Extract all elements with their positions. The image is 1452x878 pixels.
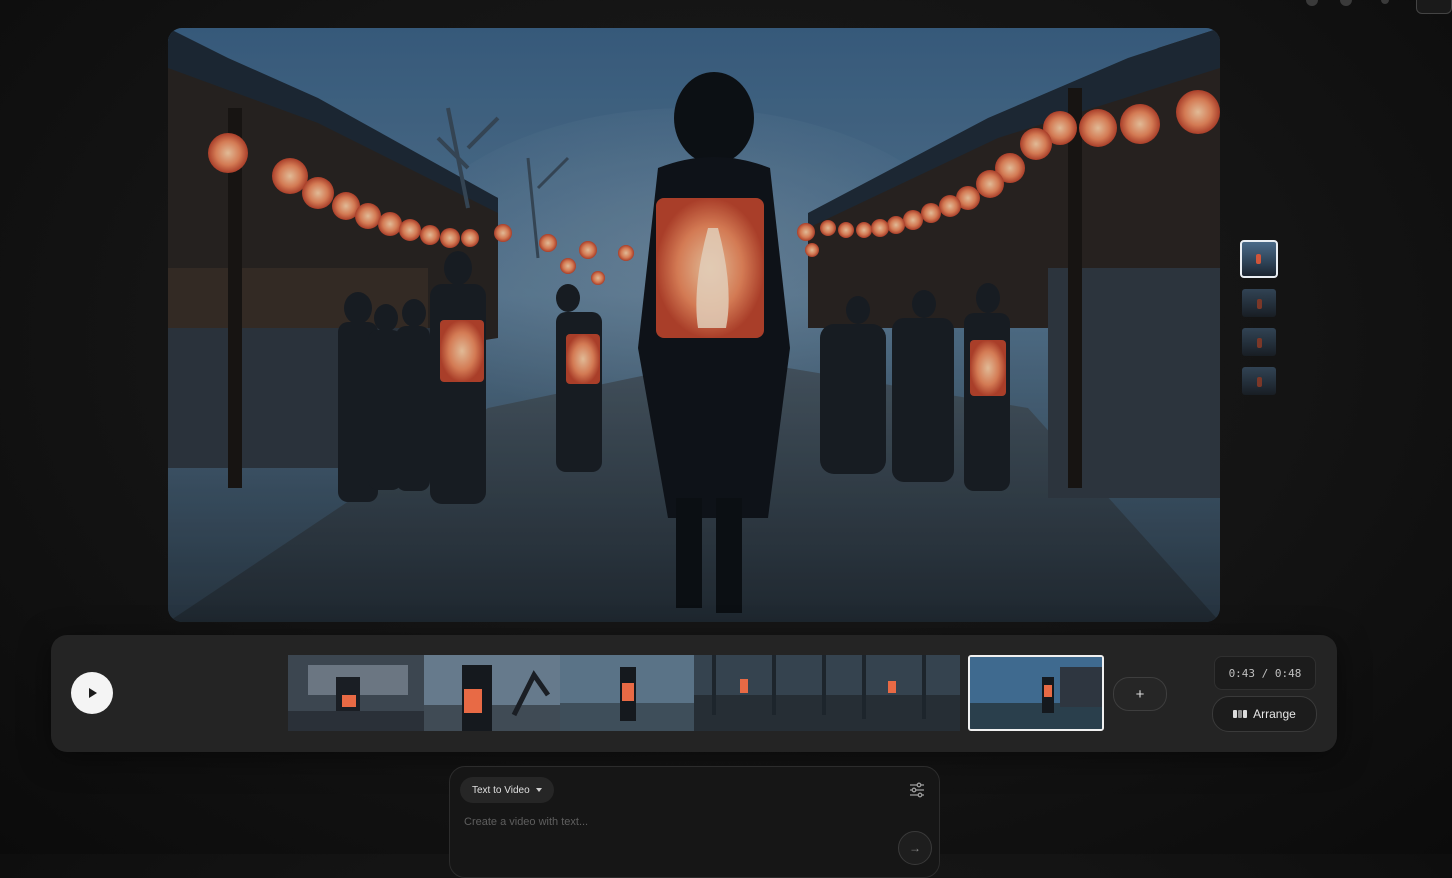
sliders-icon[interactable]: [909, 782, 925, 798]
avatar[interactable]: [1340, 0, 1352, 6]
arrow-right-icon: →: [909, 841, 921, 855]
timecode-display: 0:43 / 0:48: [1214, 656, 1316, 690]
timeline-clip[interactable]: [694, 655, 960, 731]
mode-label: Text to Video: [472, 784, 530, 796]
timeline-panel: + 0:43 / 0:48 Arrange: [51, 635, 1337, 752]
clip-frame: [970, 657, 1102, 729]
clip-thumbnail-active[interactable]: [1240, 240, 1278, 278]
play-icon: [89, 688, 97, 698]
submit-button[interactable]: →: [898, 831, 932, 865]
arrange-button[interactable]: Arrange: [1212, 696, 1317, 732]
timeline-clips: [288, 655, 1104, 731]
arrange-label: Arrange: [1253, 707, 1296, 721]
video-preview[interactable]: [168, 28, 1220, 622]
clip-thumbnail[interactable]: [1242, 328, 1276, 356]
arrange-icon: [1233, 710, 1248, 718]
clip-frame: [424, 655, 560, 731]
clip-frame: [288, 655, 424, 731]
timeline-clip-selected[interactable]: [968, 655, 1104, 731]
timeline-clip[interactable]: [424, 655, 560, 731]
clip-frame: [694, 655, 960, 731]
mode-dropdown[interactable]: Text to Video: [460, 777, 554, 803]
clip-thumbnail-strip: [1238, 240, 1280, 406]
top-right-button[interactable]: [1416, 0, 1452, 14]
bell-icon[interactable]: [1306, 0, 1318, 6]
plus-icon: +: [1135, 685, 1145, 703]
add-clip-button[interactable]: +: [1113, 677, 1167, 711]
prompt-input[interactable]: [462, 815, 886, 829]
clip-frame: [560, 655, 694, 731]
timeline-clip[interactable]: [288, 655, 424, 731]
timeline-clip[interactable]: [560, 655, 694, 731]
clip-thumbnail[interactable]: [1242, 289, 1276, 317]
play-button[interactable]: [71, 672, 113, 714]
caret-down-icon: [535, 788, 542, 792]
prompt-panel: Text to Video →: [449, 766, 940, 878]
top-bar: [0, 0, 1452, 14]
video-frame-image: [168, 28, 1220, 622]
dot-icon: [1381, 0, 1389, 4]
clip-thumbnail[interactable]: [1242, 367, 1276, 395]
